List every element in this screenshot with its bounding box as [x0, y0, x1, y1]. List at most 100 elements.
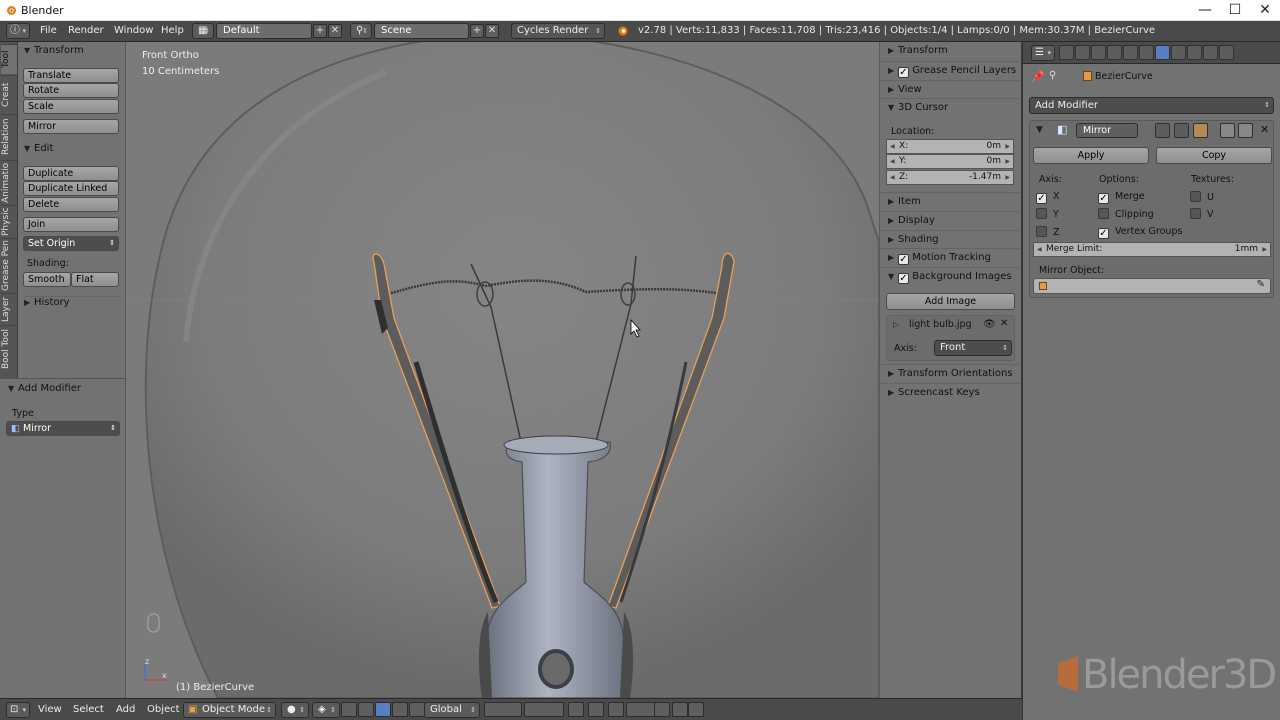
axis-y-checkbox[interactable]	[1036, 208, 1047, 219]
editor-type-info-icon[interactable]: ⓘ ▾	[6, 23, 30, 39]
render-layers-context-icon[interactable]	[1075, 45, 1090, 60]
move-up-icon[interactable]	[1220, 123, 1235, 138]
collapse-modifier-triangle-icon[interactable]: ▼	[1036, 125, 1043, 135]
vertex-groups-option[interactable]: ✓ Vertex Groups	[1098, 226, 1182, 239]
render-context-icon[interactable]	[1059, 45, 1074, 60]
scene-field[interactable]: Scene	[374, 23, 469, 39]
viewport-shading-dropdown[interactable]: ● ⇕	[281, 702, 309, 718]
close-window-button[interactable]: ✕	[1250, 0, 1280, 21]
remove-modifier-icon[interactable]: ✕	[1260, 123, 1269, 136]
background-images-panel[interactable]: ▼ ✓ Background Images	[880, 267, 1020, 286]
menu-help[interactable]: Help	[161, 25, 184, 36]
history-panel-header[interactable]: ▶ History	[24, 296, 120, 308]
transform-orientations-panel[interactable]: ▶ Transform Orientations	[880, 364, 1020, 383]
pin-icon[interactable]: 📌	[1031, 70, 1045, 83]
minimize-button[interactable]: —	[1190, 0, 1220, 21]
manipulator-toggle-icon[interactable]	[341, 702, 357, 717]
tab-relations[interactable]: Relation	[1, 114, 17, 159]
menu-file[interactable]: File	[40, 25, 57, 36]
manipulator-extra-icon[interactable]	[409, 702, 425, 717]
modifier-name-field[interactable]: Mirror	[1076, 123, 1138, 138]
maximize-button[interactable]: ☐	[1220, 0, 1250, 21]
add-modifier-panel-header[interactable]: ▼ Add Modifier	[8, 383, 81, 394]
rotate-manipulator-icon[interactable]	[375, 702, 391, 717]
rotate-button[interactable]: Rotate	[23, 83, 119, 98]
set-origin-dropdown[interactable]: Set Origin ⇕	[23, 236, 119, 251]
3d-cursor-panel[interactable]: ▼ 3D Cursor	[880, 98, 1020, 117]
grease-pencil-checkbox[interactable]: ✓	[898, 67, 909, 78]
snap-element-dropdown[interactable]	[626, 702, 656, 717]
clipping-option[interactable]: Clipping	[1098, 208, 1154, 220]
duplicate-linked-button[interactable]: Duplicate Linked	[23, 181, 119, 196]
tab-grease-pencil[interactable]: Grease Pen	[1, 238, 17, 292]
background-images-checkbox[interactable]: ✓	[898, 273, 909, 284]
tab-physics[interactable]: Physic	[1, 205, 17, 237]
render-engine-dropdown[interactable]: Cycles Render ⇕	[511, 23, 605, 39]
menu-render[interactable]: Render	[68, 25, 104, 36]
add-scene-icon[interactable]: +	[470, 24, 484, 38]
menu-select[interactable]: Select	[73, 704, 104, 715]
screen-layout-icon[interactable]: ▦ ⇕	[192, 23, 214, 39]
mirror-object-field[interactable]: ✎	[1033, 278, 1271, 294]
tab-bool-tool[interactable]: Bool Tool	[1, 325, 17, 371]
screencast-keys-panel[interactable]: ▶ Screencast Keys	[880, 383, 1020, 402]
grease-pencil-layers-panel[interactable]: ▶ ✓ Grease Pencil Layers	[880, 61, 1020, 80]
add-screen-icon[interactable]: +	[313, 24, 327, 38]
axis-x-checkbox[interactable]: ✓	[1036, 193, 1047, 204]
remove-screen-icon[interactable]: ✕	[328, 24, 342, 38]
tab-tool[interactable]: Tool	[1, 44, 17, 74]
apply-button[interactable]: Apply	[1033, 147, 1149, 164]
add-image-button[interactable]: Add Image	[886, 293, 1015, 310]
translate-button[interactable]: Translate	[23, 68, 119, 83]
editor-type-3d-icon[interactable]: ⊡ ▾	[6, 702, 30, 718]
delete-button[interactable]: Delete	[23, 197, 119, 212]
clipping-checkbox[interactable]	[1098, 208, 1109, 219]
menu-window[interactable]: Window	[114, 25, 153, 36]
transform-panel-header[interactable]: ▼ Transform	[24, 45, 84, 56]
motion-tracking-panel[interactable]: ▶ ✓ Motion Tracking	[880, 248, 1020, 267]
texture-v-checkbox[interactable]	[1190, 208, 1201, 219]
editor-type-properties-icon[interactable]: ☰ ▾	[1031, 45, 1055, 61]
scene-context-icon[interactable]	[1091, 45, 1106, 60]
material-context-icon[interactable]	[1187, 45, 1202, 60]
screenshot-icon[interactable]	[688, 702, 704, 717]
tab-layer[interactable]: Layer	[1, 293, 17, 324]
texture-context-icon[interactable]	[1203, 45, 1218, 60]
join-button[interactable]: Join	[23, 217, 119, 232]
item-panel[interactable]: ▶ Item	[880, 192, 1020, 211]
texture-u-checkbox[interactable]	[1190, 191, 1201, 202]
opengl-render-anim-icon[interactable]	[672, 702, 688, 717]
shading-panel[interactable]: ▶ Shading	[880, 230, 1020, 249]
duplicate-button[interactable]: Duplicate	[23, 166, 119, 181]
vertex-groups-checkbox[interactable]: ✓	[1098, 228, 1109, 239]
screen-layout-field[interactable]: Default	[216, 23, 312, 39]
motion-tracking-checkbox[interactable]: ✓	[898, 254, 909, 265]
eyedropper-icon[interactable]: ✎	[1257, 279, 1265, 290]
layers-block-a-icon[interactable]	[484, 702, 522, 717]
proportional-edit-icon[interactable]	[588, 702, 604, 717]
remove-image-icon[interactable]: ✕	[1000, 318, 1008, 329]
tab-animation[interactable]: Animatio	[1, 160, 17, 204]
add-modifier-dropdown[interactable]: Add Modifier ⇕	[1029, 97, 1274, 114]
smooth-button[interactable]: Smooth	[23, 272, 71, 287]
3d-viewport[interactable]: z x Front Ortho 10 Centimeters (1) Bezie…	[126, 42, 879, 698]
menu-object[interactable]: Object	[147, 704, 180, 715]
merge-option[interactable]: ✓ Merge	[1098, 191, 1145, 204]
modifier-type-dropdown[interactable]: ◧ Mirror ⇕	[6, 421, 120, 436]
opengl-render-icon[interactable]	[654, 702, 670, 717]
menu-view[interactable]: View	[38, 704, 62, 715]
pivot-point-dropdown[interactable]: ◈ ⇕	[312, 702, 340, 718]
interaction-mode-dropdown[interactable]: ▣ Object Mode ⇕	[183, 702, 276, 718]
display-panel[interactable]: ▶ Display	[880, 211, 1020, 230]
move-down-icon[interactable]	[1238, 123, 1253, 138]
cursor-y-field[interactable]: ◀ Y: 0m ▶	[886, 154, 1014, 169]
merge-limit-field[interactable]: ◀ Merge Limit: 1mm ▶	[1033, 242, 1271, 257]
mirror-button[interactable]: Mirror	[23, 119, 119, 134]
cursor-x-field[interactable]: ◀ X: 0m ▶	[886, 139, 1014, 154]
data-context-icon[interactable]	[1171, 45, 1186, 60]
show-in-render-icon[interactable]	[1155, 123, 1170, 138]
world-context-icon[interactable]	[1107, 45, 1122, 60]
background-axis-dropdown[interactable]: Front ⇕	[934, 340, 1012, 356]
scale-manipulator-icon[interactable]	[392, 702, 408, 717]
expand-image-triangle-icon[interactable]: ▷	[893, 320, 899, 329]
